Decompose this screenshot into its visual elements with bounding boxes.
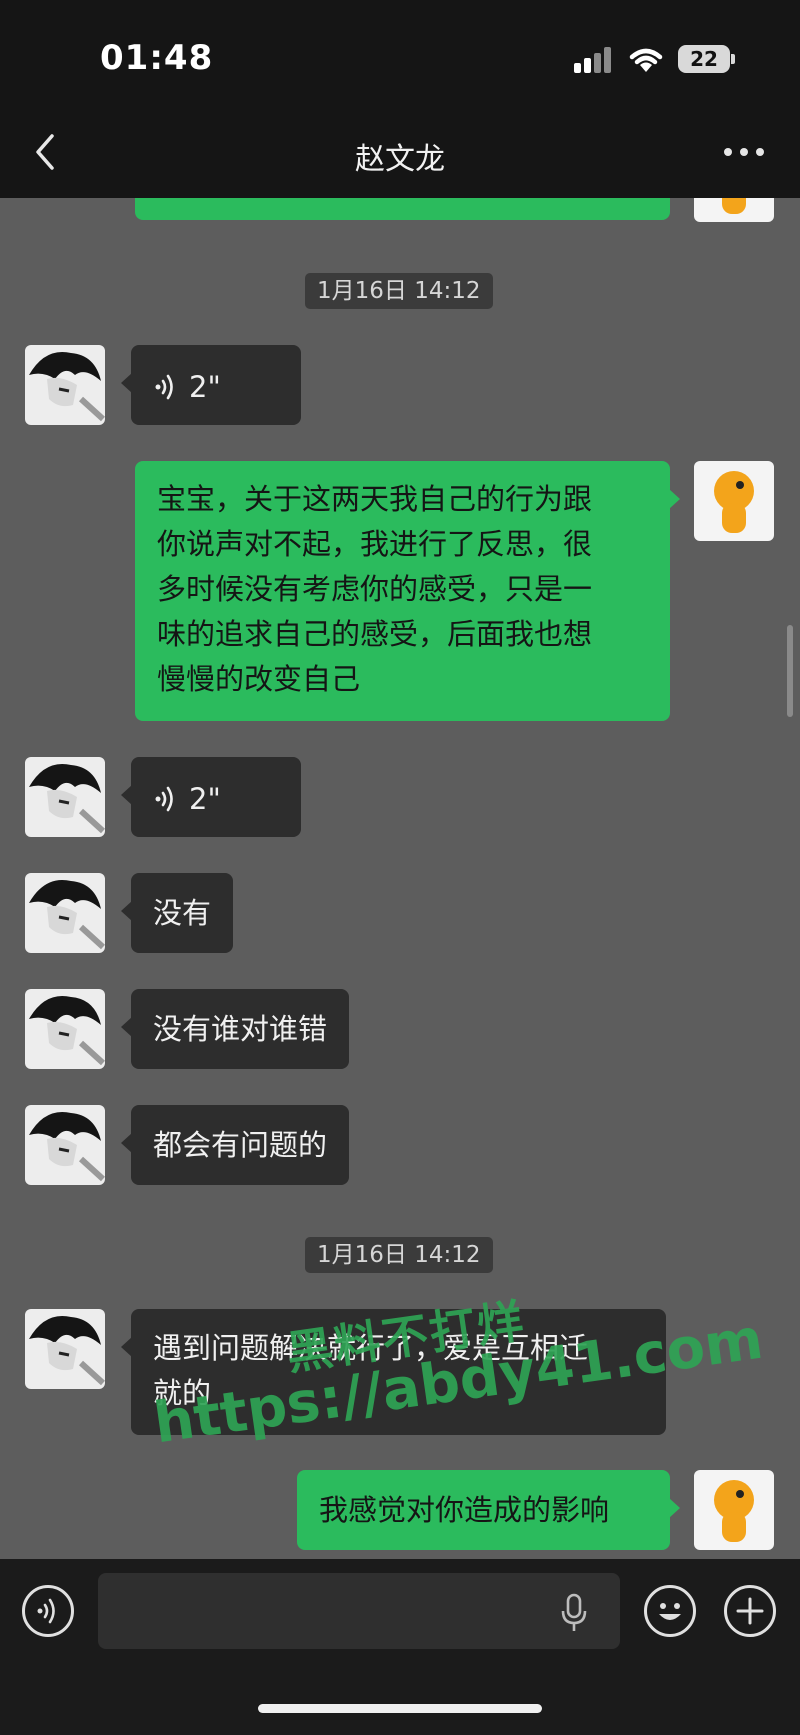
message-bubble-sent[interactable]: 我感觉对你造成的影响 (297, 1470, 680, 1550)
voice-duration: 2" (189, 782, 221, 816)
avatar-contact[interactable] (25, 1105, 105, 1185)
avatar-contact[interactable] (25, 873, 105, 953)
status-time: 01:48 (100, 38, 214, 78)
avatar-self[interactable] (694, 461, 774, 541)
voice-message-bubble[interactable]: 2" (121, 345, 301, 425)
avatar-contact[interactable] (25, 989, 105, 1069)
chat-screen: 01:48 22 赵文龙 1月16日 14:12 2" 宝宝，关于这两天我自己的… (0, 0, 800, 1735)
message-bubble-received[interactable]: 没有谁对谁错 (120, 989, 350, 1069)
input-bar (0, 1559, 800, 1735)
emoji-icon[interactable] (644, 1585, 696, 1637)
message-bubble-sent[interactable]: 宝宝，关于这两天我自己的行为跟 你说声对不起，我进行了反思，很 多时候没有考虑你… (135, 461, 680, 721)
more-icon[interactable] (724, 148, 764, 158)
voice-message-bubble[interactable]: 2" (121, 757, 301, 837)
battery-tip (731, 54, 735, 64)
message-input[interactable] (98, 1573, 620, 1649)
message-bubble-received[interactable]: 都会有问题的 (120, 1105, 350, 1185)
home-indicator[interactable] (258, 1704, 542, 1713)
top-bar: 01:48 22 赵文龙 (0, 0, 800, 198)
voice-wave-icon (155, 374, 173, 400)
voice-toggle-icon[interactable] (22, 1585, 74, 1637)
wifi-icon (629, 48, 663, 72)
battery-indicator: 22 (678, 45, 730, 73)
avatar-contact[interactable] (25, 757, 105, 837)
chat-title: 赵文龙 (355, 142, 445, 177)
message-bubble-received[interactable]: 没有 (120, 873, 234, 953)
voice-wave-icon (155, 786, 173, 812)
timestamp: 1月16日 14:12 (305, 1237, 493, 1273)
scroll-indicator[interactable] (787, 625, 793, 717)
avatar-contact[interactable] (25, 345, 105, 425)
timestamp: 1月16日 14:12 (305, 273, 493, 309)
avatar-contact[interactable] (25, 1309, 105, 1389)
avatar-self[interactable] (694, 1470, 774, 1550)
microphone-icon[interactable] (560, 1593, 588, 1633)
plus-icon[interactable] (724, 1585, 776, 1637)
voice-duration: 2" (189, 370, 221, 404)
cellular-signal-icon (574, 47, 614, 73)
